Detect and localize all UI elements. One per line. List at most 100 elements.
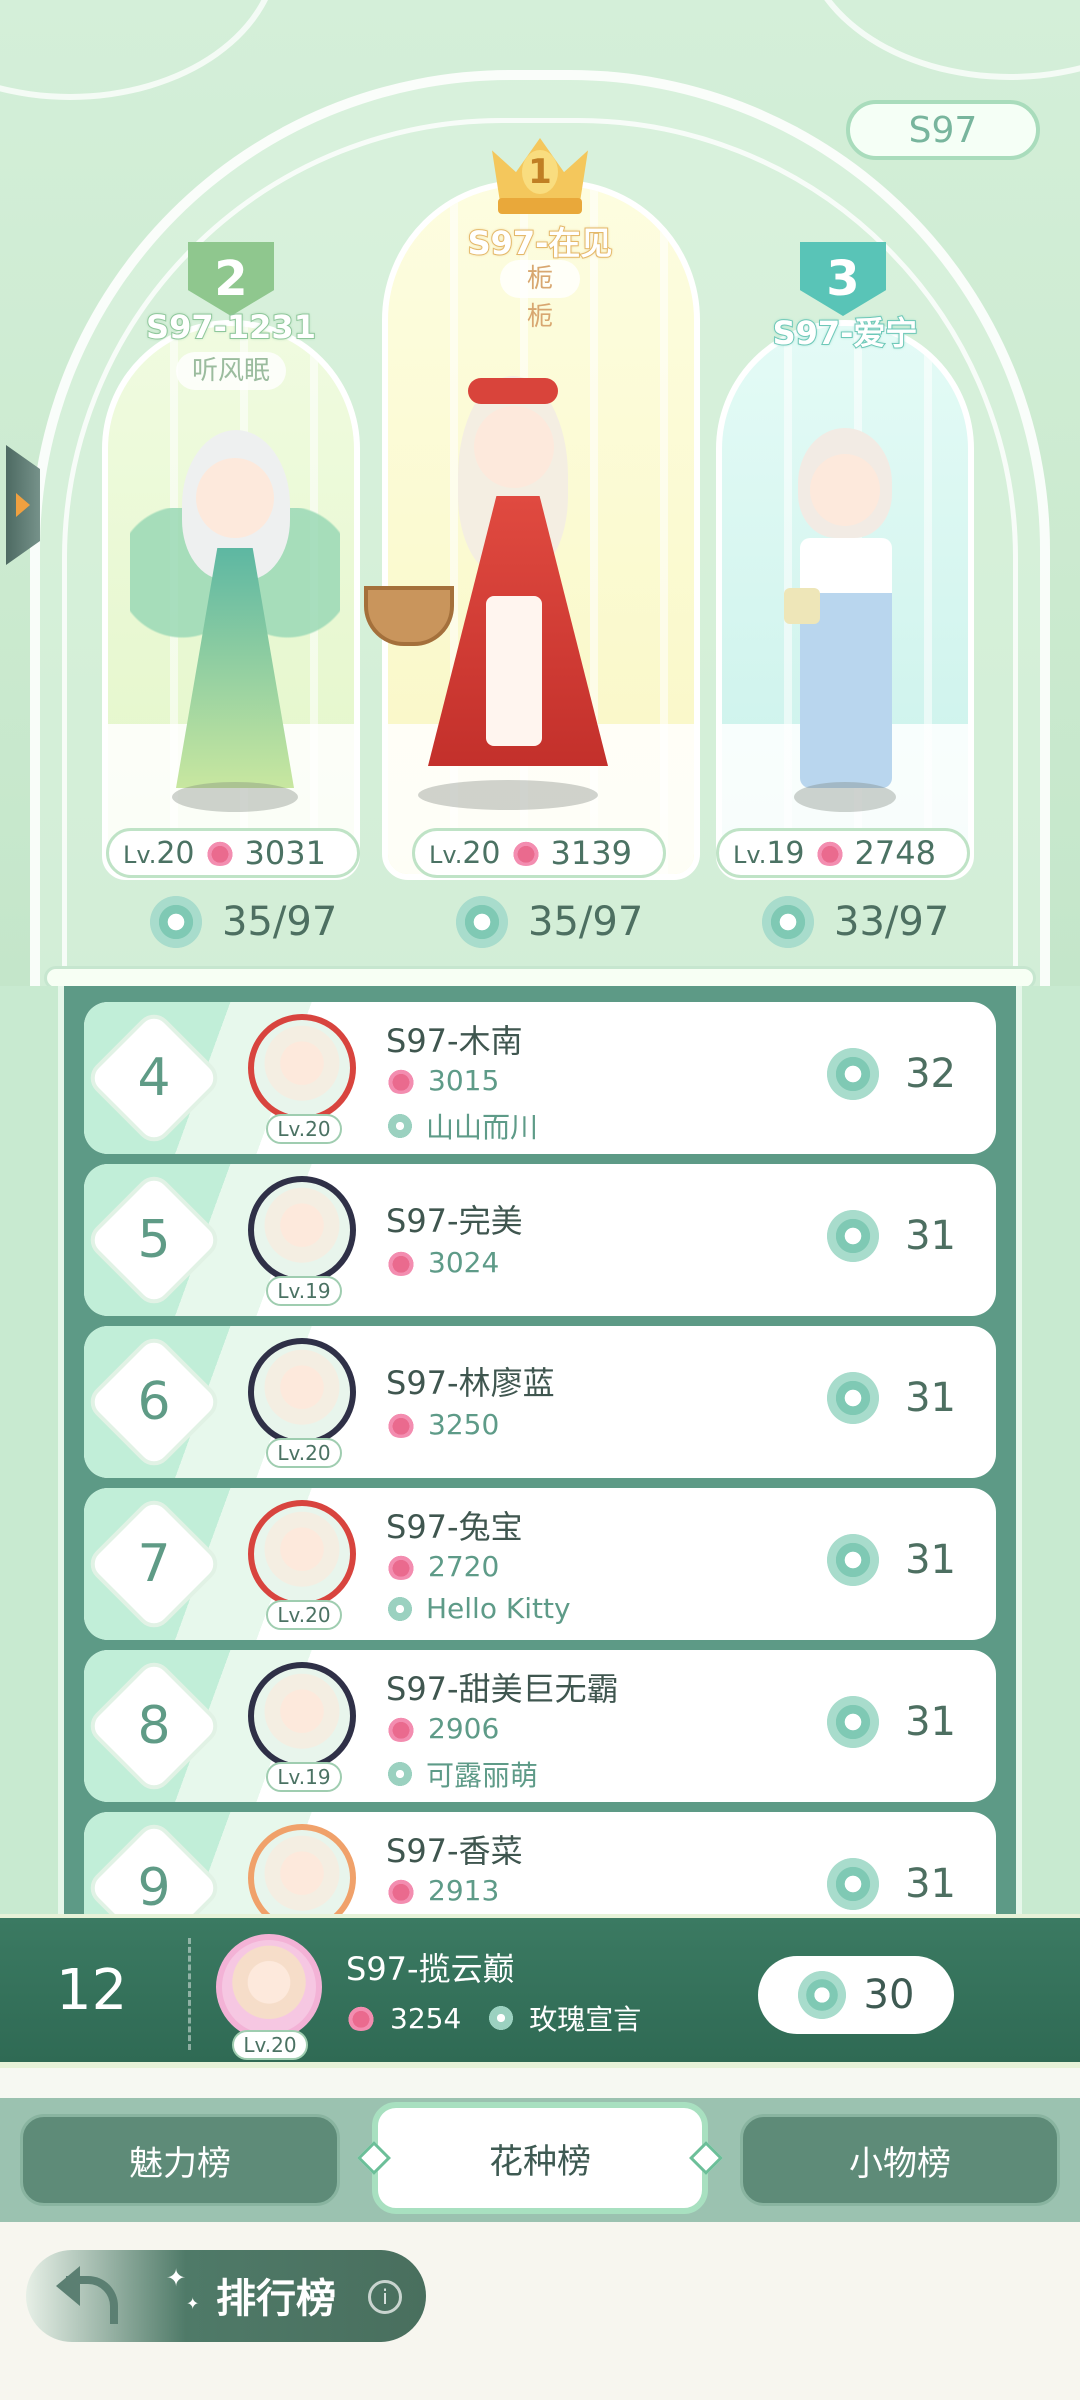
charm-value: 3139 — [550, 834, 632, 872]
rank-number-second: 2 — [214, 251, 248, 307]
flower-score: 31 — [827, 1210, 956, 1262]
my-player-name: S97-揽云巅 — [346, 1950, 515, 1988]
flower-score-first: 35/97 — [456, 896, 643, 948]
tab-item-ranking[interactable]: 小物榜 — [740, 2114, 1060, 2206]
info-icon[interactable]: i — [368, 2280, 402, 2314]
rank-number: 6 — [137, 1372, 171, 1432]
back-arrow-icon[interactable] — [56, 2266, 126, 2326]
flower-icon — [762, 896, 814, 948]
avatar[interactable] — [248, 1662, 356, 1770]
player-name: S97-兔宝 — [386, 1508, 523, 1546]
rank-row[interactable]: 4 Lv.20 S97-木南 3015 山山而川 32 — [84, 1002, 996, 1154]
charm-stat: 3250 — [386, 1408, 499, 1441]
my-rank-number: 12 — [56, 1958, 128, 2023]
rose-icon — [386, 1715, 416, 1742]
sparkle-icon: ✦ — [186, 2294, 200, 2313]
leaf-decoration — [0, 0, 280, 100]
player-tag-first: 栀栀 — [500, 260, 580, 332]
flower-score-second: 35/97 — [150, 896, 337, 948]
flower-icon — [827, 1210, 880, 1262]
guild-stat: Hello Kitty — [386, 1592, 571, 1625]
avatar[interactable] — [248, 1176, 356, 1284]
flower-icon — [827, 1696, 880, 1748]
guild-icon — [386, 1112, 414, 1140]
stat-pill-first: Lv.20 3139 — [412, 828, 666, 878]
footer: ✦ ✦ 排行榜 i — [0, 2222, 1080, 2400]
flower-icon — [827, 1858, 880, 1910]
guild-icon — [487, 2004, 516, 2032]
rose-icon — [510, 840, 541, 866]
flower-icon — [797, 1971, 846, 2019]
charm-stat: 2906 — [386, 1712, 499, 1745]
rose-icon — [386, 1249, 416, 1276]
rank-row[interactable]: 8 Lv.19 S97-甜美巨无霸 2906 可露丽萌 31 — [84, 1650, 996, 1802]
guild-stat: 山山而川 — [386, 1106, 538, 1146]
character-red-dress[interactable] — [358, 376, 658, 810]
guild-icon — [386, 1594, 414, 1623]
charm-stat: 2913 — [386, 1874, 499, 1907]
player-name: S97-完美 — [386, 1202, 523, 1240]
rank-row[interactable]: 5 Lv.19 S97-完美 3024 31 — [84, 1164, 996, 1316]
rose-icon — [386, 1877, 416, 1904]
my-rank-bar[interactable]: 12 Lv.20 S97-揽云巅 3254 玫瑰宣言 30 — [0, 1914, 1080, 2068]
flower-icon — [456, 896, 508, 948]
flower-icon — [827, 1048, 880, 1100]
rose-icon — [204, 840, 235, 866]
back-button[interactable]: ✦ ✦ 排行榜 i — [26, 2250, 426, 2342]
avatar-level: Lv.20 — [266, 1114, 342, 1144]
rank-number-third: 3 — [826, 251, 860, 307]
page-title: 排行榜 — [216, 2276, 336, 2322]
my-stats: 3254 玫瑰宣言 — [346, 1998, 641, 2038]
flower-score: 32 — [827, 1048, 956, 1100]
crown-icon: 1 — [492, 124, 588, 216]
level-label: Lv.19 — [733, 835, 805, 871]
rank-row[interactable]: 7 Lv.20 S97-兔宝 2720 Hello Kitty 31 — [84, 1488, 996, 1640]
flower-icon — [827, 1372, 880, 1424]
my-avatar[interactable] — [216, 1934, 322, 2040]
character-overalls[interactable] — [760, 428, 930, 812]
flower-icon — [827, 1534, 880, 1586]
rank-list[interactable]: 4 Lv.20 S97-木南 3015 山山而川 32 5 Lv.19 S97-… — [0, 986, 1080, 1964]
rank-number: 4 — [137, 1048, 171, 1108]
rose-icon — [386, 1553, 416, 1580]
stat-pill-second: Lv.20 3031 — [106, 828, 360, 878]
avatar[interactable] — [248, 1338, 356, 1446]
guild-stat: 可露丽萌 — [386, 1754, 538, 1794]
rank-row[interactable]: 6 Lv.20 S97-林廖蓝 3250 31 — [84, 1326, 996, 1478]
player-name: S97-甜美巨无霸 — [386, 1670, 619, 1708]
tab-charm-ranking[interactable]: 魅力榜 — [20, 2114, 340, 2206]
avatar[interactable] — [248, 1014, 356, 1122]
charm-value: 3031 — [244, 834, 326, 872]
charm-stat: 3015 — [386, 1064, 499, 1097]
character-fairy[interactable] — [130, 418, 340, 812]
guild-icon — [386, 1760, 414, 1788]
level-label: Lv.20 — [429, 835, 501, 871]
flower-score: 31 — [827, 1372, 956, 1424]
my-charm-value: 3254 — [390, 2001, 462, 2035]
divider — [188, 1938, 191, 2050]
season-label: S97 — [908, 109, 978, 151]
player-name-first: S97-在见 — [467, 223, 614, 263]
season-selector[interactable]: S97 — [846, 100, 1040, 160]
avatar[interactable] — [248, 1500, 356, 1608]
tab-flower-ranking[interactable]: 花种榜 — [372, 2102, 708, 2214]
my-flower-score: 30 — [758, 1956, 954, 2034]
flower-score: 31 — [827, 1534, 956, 1586]
flower-score: 31 — [827, 1858, 956, 1910]
player-tag-second: 听风眠 — [176, 352, 286, 390]
avatar-level: Lv.19 — [266, 1762, 342, 1792]
rose-icon — [814, 840, 845, 866]
player-name: S97-林廖蓝 — [386, 1364, 555, 1402]
rose-icon — [386, 1067, 416, 1094]
charm-stat: 2720 — [386, 1550, 499, 1583]
rank-number-first: 1 — [522, 150, 558, 194]
level-label: Lv.20 — [123, 835, 195, 871]
rank-number: 5 — [137, 1210, 171, 1270]
charm-stat: 3024 — [386, 1246, 499, 1279]
rank-number: 7 — [137, 1534, 171, 1594]
flower-icon — [150, 896, 202, 948]
podium-area: S97 1 2 3 S97-1231 听风眠 S97-在见 栀栀 S97-爱宁 … — [0, 0, 1080, 990]
leaf-decoration — [800, 0, 1080, 80]
avatar-level: Lv.19 — [266, 1276, 342, 1306]
rose-icon — [386, 1411, 416, 1438]
